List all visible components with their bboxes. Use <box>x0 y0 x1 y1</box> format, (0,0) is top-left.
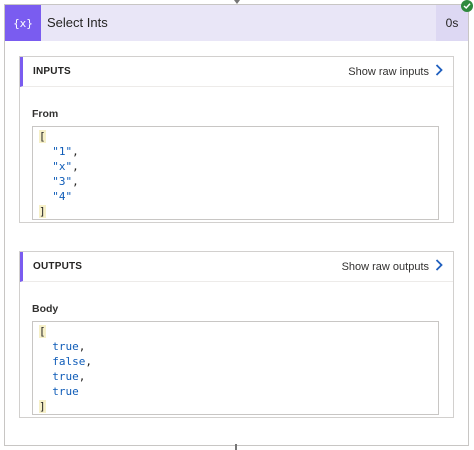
body-value-box[interactable]: [ true, false, true, true ] <box>32 321 439 415</box>
show-raw-inputs-link[interactable]: Show raw inputs <box>348 57 443 87</box>
outputs-section: OUTPUTS Show raw outputs Body [ true, fa… <box>19 251 454 418</box>
close-bracket: ] <box>39 400 46 413</box>
success-check-icon <box>461 0 473 12</box>
show-raw-outputs-link[interactable]: Show raw outputs <box>342 252 443 282</box>
action-card: {x} Select Ints 0s INPUTS Show raw input… <box>4 4 469 446</box>
open-bracket: [ <box>39 130 46 143</box>
curly-braces-variable-icon: {x} <box>5 5 41 41</box>
from-field-label: From <box>32 108 59 120</box>
list-item: "4" <box>52 190 73 203</box>
inputs-section-header: INPUTS Show raw inputs <box>20 57 453 87</box>
svg-text:{x}: {x} <box>13 17 33 30</box>
list-item: true <box>52 385 79 398</box>
inputs-section: INPUTS Show raw inputs From [ "1", "x", … <box>19 56 454 223</box>
from-value-box[interactable]: [ "1", "x", "3", "4" ] <box>32 126 439 220</box>
list-item: "x", <box>52 160 79 173</box>
outputs-heading: OUTPUTS <box>33 261 83 272</box>
list-item: false, <box>52 355 92 368</box>
chevron-right-icon <box>435 258 443 276</box>
list-item: "1", <box>52 145 79 158</box>
action-header[interactable]: {x} Select Ints 0s <box>5 5 468 41</box>
action-title: Select Ints <box>47 15 108 30</box>
open-bracket: [ <box>39 325 46 338</box>
outputs-section-header: OUTPUTS Show raw outputs <box>20 252 453 282</box>
close-bracket: ] <box>39 205 46 218</box>
outgoing-connector-line <box>235 444 237 450</box>
show-raw-inputs-label: Show raw inputs <box>348 66 429 78</box>
chevron-right-icon <box>435 63 443 81</box>
list-item: "3", <box>52 175 79 188</box>
flow-run-canvas: {x} Select Ints 0s INPUTS Show raw input… <box>0 0 474 450</box>
list-item: true, <box>52 340 86 353</box>
show-raw-outputs-label: Show raw outputs <box>341 261 429 273</box>
inputs-heading: INPUTS <box>33 66 71 77</box>
list-item: true, <box>52 370 86 383</box>
body-field-label: Body <box>32 303 59 315</box>
